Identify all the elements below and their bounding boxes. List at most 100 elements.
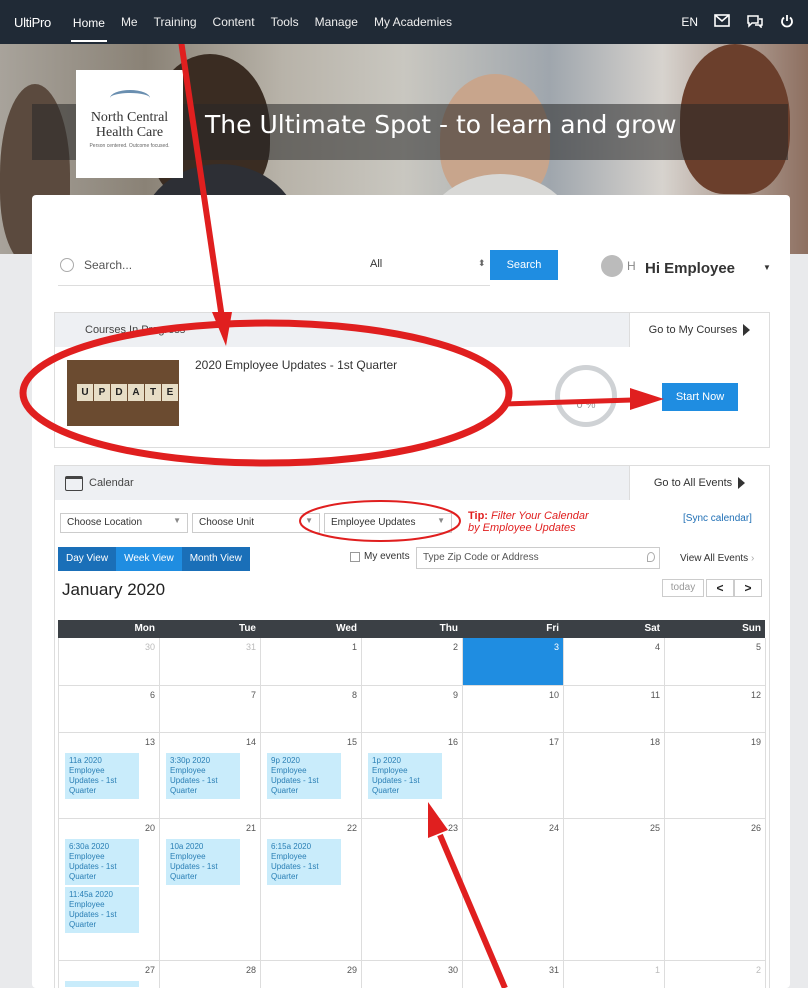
course-progress-ring: 0 %: [555, 365, 617, 427]
calendar-day-cell[interactable]: 6: [59, 686, 160, 733]
start-now-button[interactable]: Start Now: [662, 383, 738, 411]
calendar-day-cell[interactable]: 11: [564, 686, 665, 733]
day-number: 24: [548, 823, 559, 833]
calendar-day-cell[interactable]: 26: [665, 819, 766, 961]
calendar-event[interactable]: 1p 2020 Employee Updates - 1st Quarter: [368, 753, 442, 799]
go-to-my-courses-link[interactable]: Go to My Courses: [629, 313, 769, 347]
my-events-checkbox[interactable]: [350, 551, 360, 562]
calendar-event[interactable]: 11:45a 2020 Employee Updates - 1st Quart…: [65, 887, 139, 933]
location-filter-select[interactable]: Choose Location ▼: [60, 513, 188, 533]
calendar-day-cell[interactable]: 21 10a 2020 Employee Updates - 1st Quarte…: [160, 819, 261, 961]
calendar-day-cell[interactable]: 15 9p 2020 Employee Updates - 1st Quarter: [261, 733, 362, 819]
view-all-events-link[interactable]: View All Events ›: [680, 553, 754, 564]
unit-filter-select[interactable]: Choose Unit ▼: [192, 513, 320, 533]
calendar-week-row: 27 28 29 30 31 1 2: [58, 961, 766, 988]
calendar-day-cell[interactable]: 3: [463, 638, 564, 686]
month-view-button[interactable]: Month View: [181, 547, 250, 571]
mail-icon[interactable]: [714, 14, 730, 30]
calendar-day-cell[interactable]: 28: [160, 961, 261, 988]
day-number: 30: [447, 965, 458, 975]
hero-title: The Ultimate Spot - to learn and grow: [205, 110, 677, 139]
calendar-day-cell[interactable]: 8: [261, 686, 362, 733]
language-selector[interactable]: EN: [681, 15, 698, 29]
calendar-day-cell[interactable]: 23: [362, 819, 463, 961]
calendar-event[interactable]: 6:30a 2020 Employee Updates - 1st Quarte…: [65, 839, 139, 885]
calendar-day-cell[interactable]: 30: [59, 638, 160, 686]
calendar-day-cell[interactable]: 14 3:30p 2020 Employee Updates - 1st Quar…: [160, 733, 261, 819]
user-greeting[interactable]: Hi Employee: [645, 260, 735, 277]
day-number: 20: [144, 823, 155, 833]
calendar-day-cell[interactable]: 25: [564, 819, 665, 961]
calendar-day-cell[interactable]: 1: [564, 961, 665, 988]
course-thumbnail[interactable]: U P D A T E: [67, 360, 179, 426]
calendar-day-cell[interactable]: 5: [665, 638, 766, 686]
power-icon[interactable]: [780, 14, 794, 31]
nav-manage[interactable]: Manage: [313, 1, 360, 43]
calendar-day-cell[interactable]: 4: [564, 638, 665, 686]
app-logo[interactable]: UltiPro: [14, 15, 51, 30]
calendar-day-cell[interactable]: 22 6:15a 2020 Employee Updates - 1st Quar…: [261, 819, 362, 961]
prev-month-button[interactable]: <: [706, 579, 734, 597]
calendar-day-cell[interactable]: 16 1p 2020 Employee Updates - 1st Quarter: [362, 733, 463, 819]
calendar-event[interactable]: [65, 981, 139, 987]
days-of-week-header: Mon Tue Wed Thu Fri Sat Sun: [58, 620, 765, 638]
calendar-day-cell[interactable]: 31: [463, 961, 564, 988]
calendar-day-cell[interactable]: 1: [261, 638, 362, 686]
sync-calendar-link[interactable]: [Sync calendar]: [683, 513, 752, 524]
calendar-event[interactable]: 9p 2020 Employee Updates - 1st Quarter: [267, 753, 341, 799]
calendar-day-cell[interactable]: 10: [463, 686, 564, 733]
calendar-day-cell[interactable]: 17: [463, 733, 564, 819]
week-view-button[interactable]: Week View: [116, 547, 182, 571]
calendar-day-cell[interactable]: 24: [463, 819, 564, 961]
calendar-day-cell[interactable]: 20 6:30a 2020 Employee Updates - 1st Quar…: [59, 819, 160, 961]
day-number: 17: [548, 737, 559, 747]
calendar-day-cell[interactable]: 19: [665, 733, 766, 819]
nav-content[interactable]: Content: [211, 1, 257, 43]
today-button[interactable]: today: [662, 579, 704, 597]
day-number: 14: [245, 737, 256, 747]
tip-label: Tip:: [468, 510, 488, 522]
search-input[interactable]: Search...: [84, 258, 132, 272]
search-scope-select[interactable]: All: [370, 258, 488, 270]
go-to-all-events-link[interactable]: Go to All Events: [629, 466, 769, 500]
tip-text-1: Filter Your Calendar: [491, 510, 589, 522]
calendar-event[interactable]: 10a 2020 Employee Updates - 1st Quarter: [166, 839, 240, 885]
course-title[interactable]: 2020 Employee Updates - 1st Quarter: [195, 358, 397, 372]
caret-down-icon[interactable]: ▼: [763, 263, 771, 272]
calendar-day-cell[interactable]: 12: [665, 686, 766, 733]
day-number: 10: [548, 690, 559, 700]
calendar-day-cell[interactable]: 29: [261, 961, 362, 988]
next-month-button[interactable]: >: [734, 579, 762, 597]
courses-panel-header: Courses In Progress Go to My Courses: [55, 313, 769, 347]
calendar-day-cell[interactable]: 18: [564, 733, 665, 819]
day-number: 16: [447, 737, 458, 747]
calendar-day-cell[interactable]: 31: [160, 638, 261, 686]
nav-home[interactable]: Home: [70, 2, 107, 42]
day-number: 13: [144, 737, 155, 747]
category-filter-select[interactable]: Employee Updates ▼: [324, 513, 452, 533]
nav-me[interactable]: Me: [119, 1, 140, 43]
calendar-event[interactable]: 3:30p 2020 Employee Updates - 1st Quarte…: [166, 753, 240, 799]
calendar-day-cell[interactable]: 27: [59, 961, 160, 988]
avatar[interactable]: [601, 255, 623, 277]
day-view-button[interactable]: Day View: [58, 547, 117, 571]
chat-icon[interactable]: [746, 14, 764, 31]
calendar-event[interactable]: 11a 2020 Employee Updates - 1st Quarter: [65, 753, 139, 799]
calendar-day-cell[interactable]: 7: [160, 686, 261, 733]
nav-tools[interactable]: Tools: [269, 1, 301, 43]
calendar-day-cell[interactable]: 2: [665, 961, 766, 988]
search-button[interactable]: Search: [490, 250, 558, 280]
my-events-toggle[interactable]: My events: [350, 551, 410, 562]
zip-address-input[interactable]: Type Zip Code or Address: [416, 547, 660, 569]
nav-training[interactable]: Training: [152, 1, 199, 43]
calendar-day-cell[interactable]: 13 11a 2020 Employee Updates - 1st Quarte…: [59, 733, 160, 819]
calendar-day-cell[interactable]: 30: [362, 961, 463, 988]
calendar-day-cell[interactable]: 2: [362, 638, 463, 686]
day-number: 11: [650, 690, 660, 700]
calendar-day-cell[interactable]: 9: [362, 686, 463, 733]
day-number: 29: [346, 965, 357, 975]
nav-my-academies[interactable]: My Academies: [372, 1, 454, 43]
calendar-view-switcher: Day View Week View Month View: [58, 547, 250, 571]
calendar-event[interactable]: 6:15a 2020 Employee Updates - 1st Quarte…: [267, 839, 341, 885]
play-arrow-icon: [738, 477, 746, 489]
